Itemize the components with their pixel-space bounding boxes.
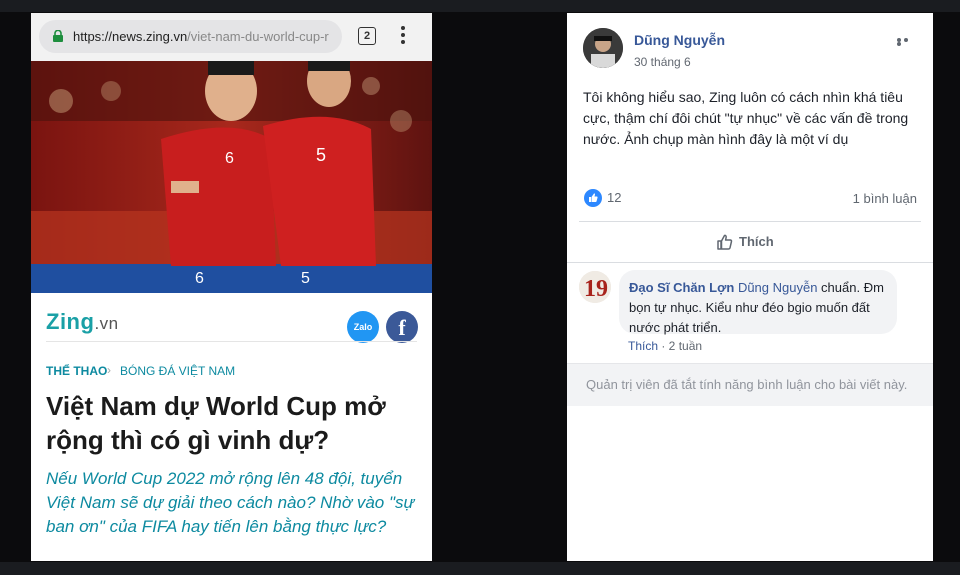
- like-button-label: Thích: [739, 234, 774, 249]
- shorts-number-left: 6: [195, 270, 204, 287]
- subcategory-link[interactable]: BÓNG ĐÁ VIỆT NAM: [120, 364, 235, 378]
- comment-mention[interactable]: Dũng Nguyễn: [738, 280, 818, 295]
- url-field[interactable]: https://news.zing.vn/viet-nam-du-world-c…: [39, 20, 342, 53]
- avatar-number: 19: [584, 276, 608, 302]
- logo-main: Zing: [46, 309, 95, 334]
- menu-icon[interactable]: [401, 26, 405, 47]
- background-top-strip: [0, 0, 960, 12]
- comment-bubble: Đạo Sĩ Chăn Lợn Dũng Nguyễn chuẩn. Đm bọ…: [619, 270, 897, 335]
- lock-icon: [53, 30, 63, 42]
- url-text: https://news.zing.vn/viet-nam-du-world-c…: [73, 29, 329, 44]
- comments-disabled-notice: Quản trị viên đã tắt tính năng bình luận…: [567, 363, 933, 406]
- zing-logo[interactable]: Zing.vn: [46, 309, 119, 335]
- category-link[interactable]: THỂ THAO: [46, 364, 107, 378]
- url-host: https://news.zing.vn: [73, 29, 188, 44]
- article-logo-row: Zing.vn Zalo f: [31, 293, 432, 351]
- url-path: /viet-nam-du-world-cup-r: [187, 29, 329, 44]
- facebook-share-button[interactable]: f: [386, 311, 418, 343]
- avatar[interactable]: [583, 28, 623, 68]
- logo-suffix: .vn: [94, 314, 119, 333]
- post-text: Tôi không hiểu sao, Zing luôn có cách nh…: [583, 89, 909, 147]
- shorts-number-right: 5: [301, 270, 310, 287]
- commenter-name[interactable]: Đạo Sĩ Chăn Lợn: [629, 280, 734, 295]
- commenter-avatar[interactable]: 19: [579, 271, 611, 303]
- comment-text: Đạo Sĩ Chăn Lợn Dũng Nguyễn chuẩn. Đm bọ…: [629, 278, 891, 338]
- like-count[interactable]: 12: [607, 190, 621, 205]
- chevron-right-icon: ›: [107, 363, 111, 377]
- divider: [46, 341, 417, 342]
- thumbs-up-icon: [717, 234, 733, 250]
- facebook-post: Dũng Nguyễn 30 tháng 6 Tôi không hiểu sa…: [567, 13, 933, 561]
- browser-address-bar: https://news.zing.vn/viet-nam-du-world-c…: [31, 13, 432, 61]
- post-author[interactable]: Dũng Nguyễn: [634, 32, 725, 48]
- more-options-icon[interactable]: [897, 38, 917, 46]
- article-summary: Nếu World Cup 2022 mở rộng lên 48 đội, t…: [46, 469, 415, 536]
- comment-like-link[interactable]: Thích: [628, 339, 658, 353]
- article-photo: 6 6 5 5: [31, 61, 432, 293]
- comment-count[interactable]: 1 bình luận: [853, 191, 917, 206]
- article-screenshot: https://news.zing.vn/viet-nam-du-world-c…: [31, 13, 432, 561]
- background-bottom-strip: [0, 562, 960, 575]
- comment-meta: Thích · 2 tuần: [628, 339, 702, 353]
- zalo-share-button[interactable]: Zalo: [347, 311, 379, 343]
- like-reaction-icon[interactable]: [584, 189, 602, 207]
- article-headline[interactable]: Việt Nam dự World Cup mở rộng thì có gì …: [46, 389, 416, 457]
- comments-disabled-text: Quản trị viên đã tắt tính năng bình luận…: [586, 377, 908, 392]
- divider: [567, 262, 933, 263]
- jersey-number-right: 5: [316, 145, 326, 165]
- divider: [579, 221, 921, 222]
- tab-count-button[interactable]: 2: [358, 27, 376, 45]
- jersey-number-left: 6: [225, 150, 234, 167]
- comment-time: · 2 tuần: [658, 339, 703, 353]
- post-date[interactable]: 30 tháng 6: [634, 55, 691, 69]
